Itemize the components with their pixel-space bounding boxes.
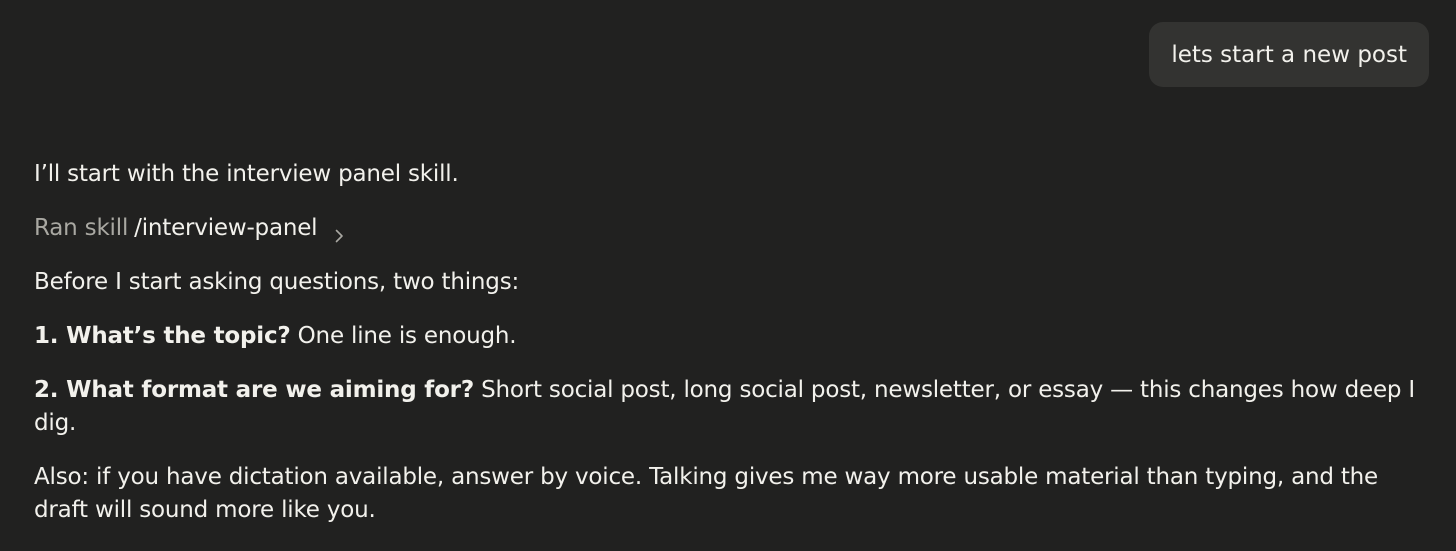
question-topic-text: One line is enough. — [290, 323, 517, 349]
skill-name-label: /interview-panel — [134, 215, 318, 241]
assistant-lead: Before I start asking questions, two thi… — [34, 269, 520, 295]
skill-prefix-label: Ran skill — [34, 215, 129, 241]
question-format: 2. What format are we aiming for? Short … — [34, 374, 1429, 440]
question-topic: 1. What’s the topic? One line is enough. — [34, 320, 1429, 353]
question-topic-bold: 1. What’s the topic? — [34, 323, 291, 349]
assistant-note: Also: if you have dictation available, a… — [34, 464, 1378, 523]
user-message-text: lets start a new post — [1171, 41, 1407, 68]
skill-run-toggle[interactable]: Ran skill /interview-panel — [34, 212, 1429, 245]
chevron-right-icon[interactable] — [331, 221, 347, 242]
question-format-bold: 2. What format are we aiming for? — [34, 377, 474, 403]
assistant-intro: I’ll start with the interview panel skil… — [34, 161, 459, 187]
assistant-message: I’ll start with the interview panel skil… — [34, 158, 1429, 548]
user-message-bubble: lets start a new post — [1149, 22, 1429, 87]
